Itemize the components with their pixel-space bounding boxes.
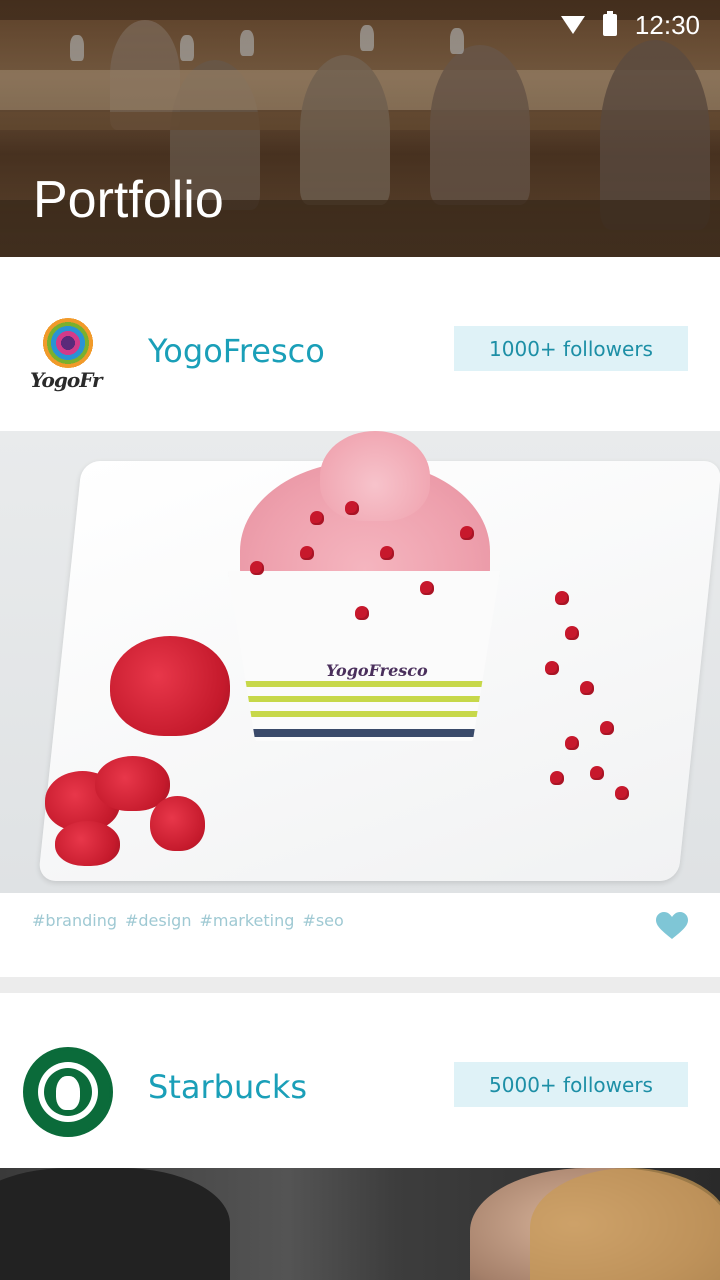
pomegranate-seed — [615, 786, 629, 800]
pomegranate-seed — [380, 546, 394, 560]
pomegranate-seed — [545, 661, 559, 675]
pomegranate-seed — [460, 526, 474, 540]
wifi-icon — [560, 16, 585, 34]
followers-badge[interactable]: 1000+ followers — [454, 326, 688, 371]
cup-stripe — [228, 711, 500, 717]
pomegranate-seed — [310, 511, 324, 525]
frozen-yogurt-top — [320, 431, 430, 521]
pomegranate-seed — [590, 766, 604, 780]
logo-text: YogoFr — [30, 368, 103, 392]
yogofresco-logo[interactable]: YogoFr — [30, 318, 110, 398]
person-hair — [530, 1168, 720, 1280]
tag[interactable]: #seo — [302, 911, 343, 930]
swirl-icon — [40, 318, 96, 368]
strawberry — [110, 636, 230, 736]
status-bar: 12:30 — [560, 9, 700, 40]
brand-name[interactable]: Starbucks — [148, 1068, 307, 1106]
status-time: 12:30 — [634, 9, 700, 40]
pomegranate-seed — [580, 681, 594, 695]
cup-stripe — [228, 696, 500, 702]
tag[interactable]: #design — [125, 911, 191, 930]
product-image[interactable]: YogoFresco — [0, 431, 720, 893]
strawberry-slice — [150, 796, 205, 851]
product-image[interactable] — [0, 1168, 720, 1280]
tag[interactable]: #branding — [32, 911, 117, 930]
pomegranate-seed — [345, 501, 359, 515]
siren-icon — [56, 1076, 80, 1110]
heart-icon[interactable] — [656, 912, 688, 940]
strawberry-slice — [55, 821, 120, 866]
followers-badge[interactable]: 5000+ followers — [454, 1062, 688, 1107]
pomegranate-seed — [565, 626, 579, 640]
pomegranate-seed — [550, 771, 564, 785]
cup-stripe — [228, 681, 500, 687]
pomegranate-seed — [420, 581, 434, 595]
cup-stripe — [228, 729, 500, 737]
starbucks-logo[interactable] — [23, 1047, 113, 1137]
header-banner: 12:30 Portfolio — [0, 0, 720, 257]
pomegranate-seed — [300, 546, 314, 560]
pomegranate-seed — [565, 736, 579, 750]
cup-label: YogoFresco — [326, 661, 428, 680]
battery-icon — [602, 11, 617, 36]
card-separator — [0, 977, 720, 993]
page-title: Portfolio — [33, 171, 224, 229]
brand-name[interactable]: YogoFresco — [148, 332, 325, 370]
pomegranate-seed — [250, 561, 264, 575]
tag[interactable]: #marketing — [199, 911, 294, 930]
pomegranate-seed — [355, 606, 369, 620]
pomegranate-seed — [555, 591, 569, 605]
yogurt-cup: YogoFresco — [228, 571, 500, 741]
tag-list: #branding #design #marketing #seo — [32, 911, 344, 930]
pomegranate-seed — [600, 721, 614, 735]
person — [0, 1168, 230, 1280]
